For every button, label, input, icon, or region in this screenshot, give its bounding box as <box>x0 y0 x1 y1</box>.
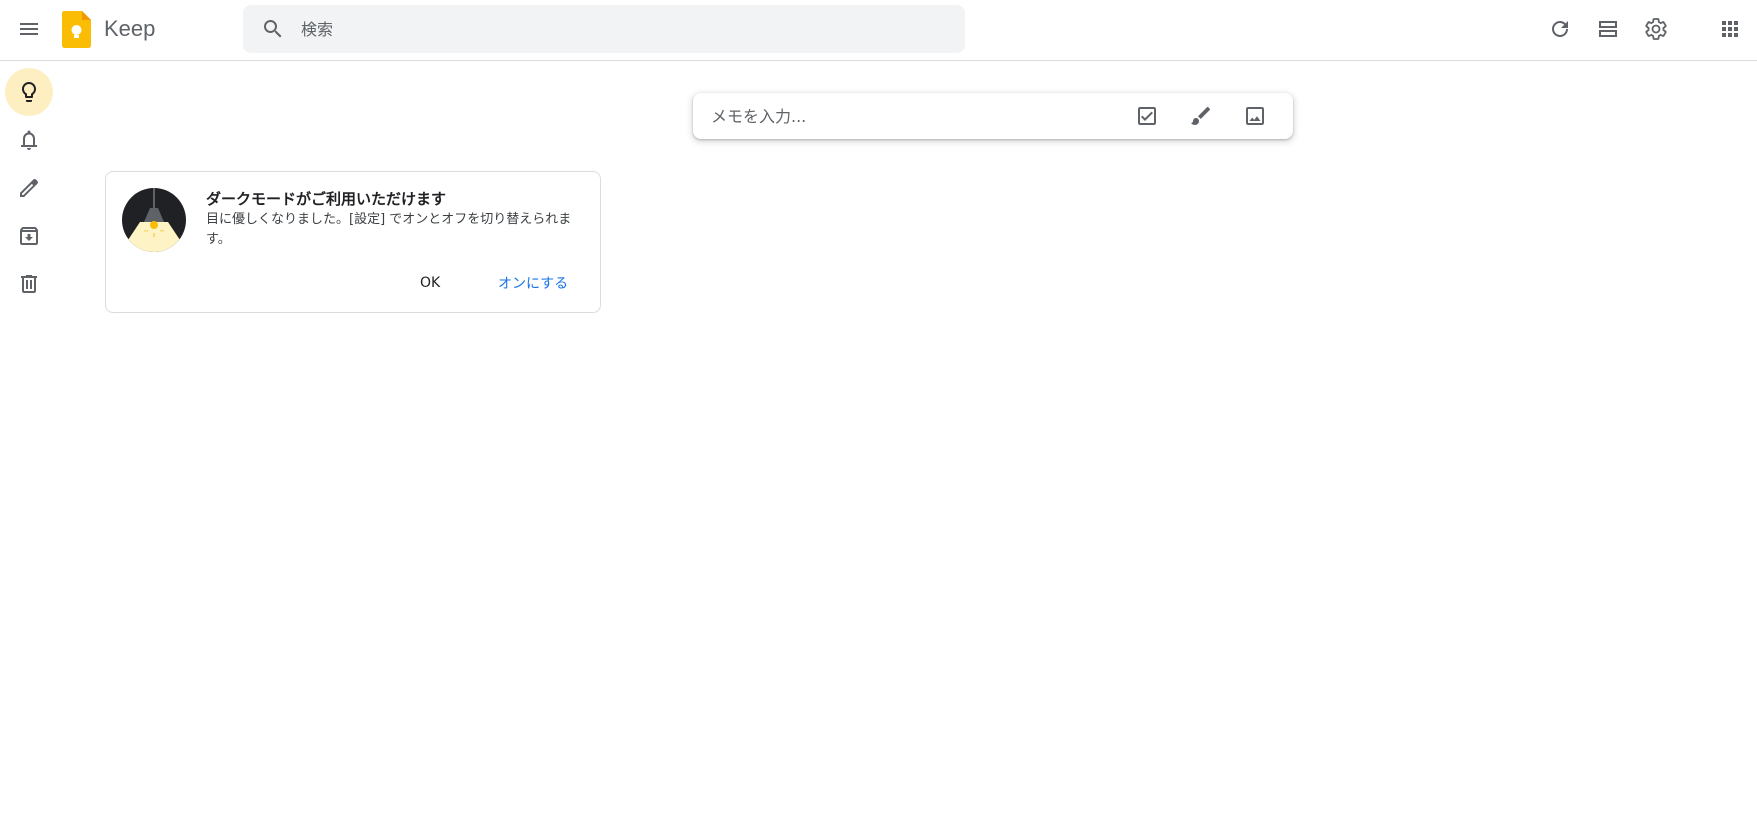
dark-mode-promo-card: ダークモードがご利用いただけます 目に優しくなりました。[設定] でオンとオフを… <box>105 171 601 313</box>
trash-icon <box>21 275 37 293</box>
search-input[interactable] <box>299 5 939 53</box>
new-drawing-button[interactable] <box>1178 93 1224 139</box>
settings-button[interactable] <box>1632 5 1680 53</box>
promo-title: ダークモードがご利用いただけます <box>206 190 447 208</box>
app-title[interactable]: Keep <box>104 14 155 44</box>
list-view-icon <box>1599 21 1617 37</box>
new-image-button[interactable] <box>1232 93 1278 139</box>
search-bar <box>243 5 965 53</box>
search-button[interactable] <box>249 5 297 53</box>
sidebar-item-notes[interactable] <box>5 68 53 116</box>
list-view-button[interactable] <box>1584 5 1632 53</box>
menu-icon <box>20 23 38 35</box>
sidebar-item-edit-labels[interactable] <box>5 164 53 212</box>
new-list-button[interactable] <box>1124 93 1170 139</box>
sidebar-item-archive[interactable] <box>5 212 53 260</box>
promo-body: 目に優しくなりました。[設定] でオンとオフを切り替えられます。 <box>206 212 572 247</box>
pencil-icon <box>20 179 39 197</box>
keep-logo-icon[interactable] <box>62 11 91 48</box>
refresh-button[interactable] <box>1536 5 1584 53</box>
take-note-input[interactable] <box>709 93 1109 139</box>
promo-enable-button[interactable]: オンにする <box>484 265 582 301</box>
lamp-illustration-icon <box>122 188 186 252</box>
sidebar-item-trash[interactable] <box>5 260 53 308</box>
archive-icon <box>20 227 38 245</box>
apps-icon <box>1722 21 1738 37</box>
promo-ok-button[interactable]: OK <box>406 265 454 301</box>
sidebar-item-reminders[interactable] <box>5 116 53 164</box>
settings-icon <box>1645 18 1667 40</box>
brush-icon <box>1191 106 1211 125</box>
lightbulb-icon <box>22 82 36 102</box>
bell-icon <box>21 130 37 150</box>
top-bar: Keep <box>0 0 1757 61</box>
main-menu-button[interactable] <box>5 5 53 53</box>
search-icon <box>264 20 282 38</box>
google-apps-button[interactable] <box>1706 5 1754 53</box>
refresh-icon <box>1552 21 1568 37</box>
checkbox-icon <box>1138 107 1156 125</box>
take-note-bar <box>693 93 1293 139</box>
image-icon <box>1246 107 1264 125</box>
